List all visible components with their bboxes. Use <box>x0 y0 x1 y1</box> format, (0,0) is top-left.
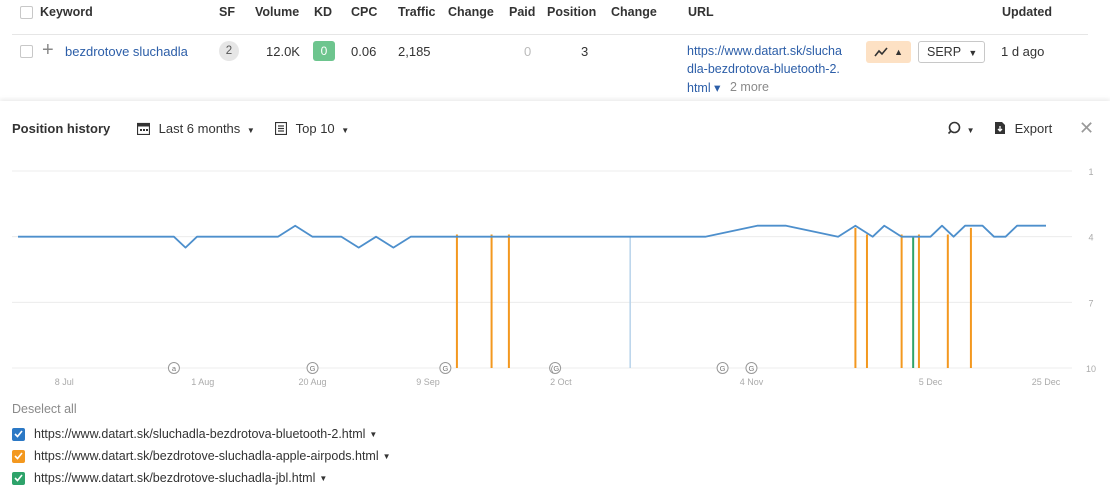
update-marker-label: G <box>310 364 316 373</box>
serp-label: SERP <box>927 45 961 59</box>
export-icon <box>995 122 1005 135</box>
chevron-down-icon: ▼ <box>246 126 255 135</box>
url-link-line2[interactable]: dla-bezdrotova-bluetooth-2. <box>687 62 840 76</box>
chevron-down-icon: ▼ <box>966 126 975 135</box>
list-icon <box>275 121 287 135</box>
x-tick-label: 25 Dec <box>1032 377 1061 387</box>
legend-checkbox-3[interactable] <box>12 471 25 485</box>
legend-url-3: https://www.datart.sk/bezdrotove-sluchad… <box>34 471 316 485</box>
paid-value: 0 <box>524 44 532 59</box>
x-tick-label: 1 Aug <box>191 377 214 387</box>
traffic-value: 2,185 <box>398 44 431 59</box>
x-tick-label: 2 Oct <box>550 377 572 387</box>
x-tick-label: 5 Dec <box>919 377 943 387</box>
check-icon <box>14 452 23 460</box>
deselect-all-link[interactable]: Deselect all <box>12 402 77 416</box>
top-filter-label: Top 10 <box>295 121 335 136</box>
comment-dropdown[interactable]: ▼ <box>947 121 975 136</box>
update-marker-label: G <box>442 364 448 373</box>
update-marker-label: G <box>720 364 726 373</box>
url-link-line3[interactable]: html ▾ <box>687 80 720 95</box>
header-change-2[interactable]: Change <box>611 5 657 19</box>
position-history-title: Position history <box>12 121 111 136</box>
chevron-down-icon[interactable]: ▼ <box>383 452 391 461</box>
legend-url-1: https://www.datart.sk/sluchadla-bezdroto… <box>34 427 366 441</box>
export-label: Export <box>1014 121 1053 136</box>
x-tick-label: 9 Sep <box>416 377 440 387</box>
volume-value: 12.0K <box>266 44 300 59</box>
kd-badge: 0 <box>313 41 335 61</box>
serp-dropdown[interactable]: SERP ▼ <box>918 41 985 63</box>
header-keyword[interactable]: Keyword <box>40 5 93 19</box>
select-all-checkbox[interactable] <box>20 6 33 19</box>
y-tick-label: 1 <box>1088 167 1093 177</box>
position-history-panel: Position history Last 6 months ▼ Top 10 … <box>0 101 1110 486</box>
header-url: URL <box>688 5 714 19</box>
date-range-dropdown[interactable]: Last 6 months ▼ <box>137 121 255 136</box>
keyword-link[interactable]: bezdrotove sluchadla <box>65 44 188 59</box>
legend-checkbox-1[interactable] <box>12 427 25 441</box>
legend-item-2[interactable]: https://www.datart.sk/bezdrotove-sluchad… <box>12 449 391 463</box>
trend-up-icon <box>874 47 888 57</box>
header-position[interactable]: Position <box>547 5 596 19</box>
calendar-icon <box>137 122 150 135</box>
check-icon <box>14 430 23 438</box>
position-history-chart: a G G (G G G 8 Jul 1 Aug 20 Aug 9 Sep 2 Oct 4 Nov 5… <box>12 167 1096 387</box>
chevron-down-icon: ▼ <box>341 126 350 135</box>
header-divider <box>12 34 1088 35</box>
header-updated[interactable]: Updated <box>1002 5 1052 19</box>
sf-badge[interactable]: 2 <box>219 41 239 61</box>
header-change[interactable]: Change <box>448 5 494 19</box>
date-range-label: Last 6 months <box>158 121 241 136</box>
header-kd[interactable]: KD <box>314 5 332 19</box>
position-value: 3 <box>581 44 589 59</box>
close-icon[interactable]: ✕ <box>1079 118 1094 139</box>
x-tick-label: 8 Jul <box>55 377 74 387</box>
y-tick-label: 7 <box>1088 298 1093 308</box>
y-tick-label: 10 <box>1086 364 1096 374</box>
header-traffic[interactable]: Traffic <box>398 5 436 19</box>
legend-checkbox-2[interactable] <box>12 449 25 463</box>
header-cpc[interactable]: CPC <box>351 5 377 19</box>
header-paid[interactable]: Paid <box>509 5 535 19</box>
legend-url-2: https://www.datart.sk/bezdrotove-sluchad… <box>34 449 379 463</box>
row-checkbox[interactable] <box>20 45 33 58</box>
export-button[interactable]: Export <box>994 121 1052 136</box>
update-marker-label: (G <box>551 364 559 373</box>
comment-icon <box>947 121 961 135</box>
update-marker-label: G <box>749 364 755 373</box>
check-icon <box>14 474 23 482</box>
chevron-down-icon[interactable]: ▼ <box>369 430 377 439</box>
x-tick-label: 20 Aug <box>299 377 327 387</box>
updated-value: 1 d ago <box>1001 44 1045 59</box>
header-volume[interactable]: Volume <box>255 5 299 19</box>
top-filter-dropdown[interactable]: Top 10 ▼ <box>275 121 349 136</box>
add-keyword-icon[interactable]: + <box>42 40 54 60</box>
cpc-value: 0.06 <box>351 44 377 59</box>
x-tick-label: 4 Nov <box>740 377 764 387</box>
header-sf[interactable]: SF <box>219 5 235 19</box>
chevron-down-icon[interactable]: ▼ <box>319 474 327 483</box>
trend-caret-icon: ▲ <box>894 47 903 57</box>
position-history-button[interactable]: ▲ <box>866 41 911 63</box>
chevron-down-icon: ▼ <box>968 48 978 58</box>
legend-item-3[interactable]: https://www.datart.sk/bezdrotove-sluchad… <box>12 471 327 485</box>
legend-item-1[interactable]: https://www.datart.sk/sluchadla-bezdroto… <box>12 427 377 441</box>
url-link-line1[interactable]: https://www.datart.sk/slucha <box>687 44 842 58</box>
more-urls-link[interactable]: 2 more <box>730 80 769 94</box>
y-tick-label: 4 <box>1088 233 1093 243</box>
